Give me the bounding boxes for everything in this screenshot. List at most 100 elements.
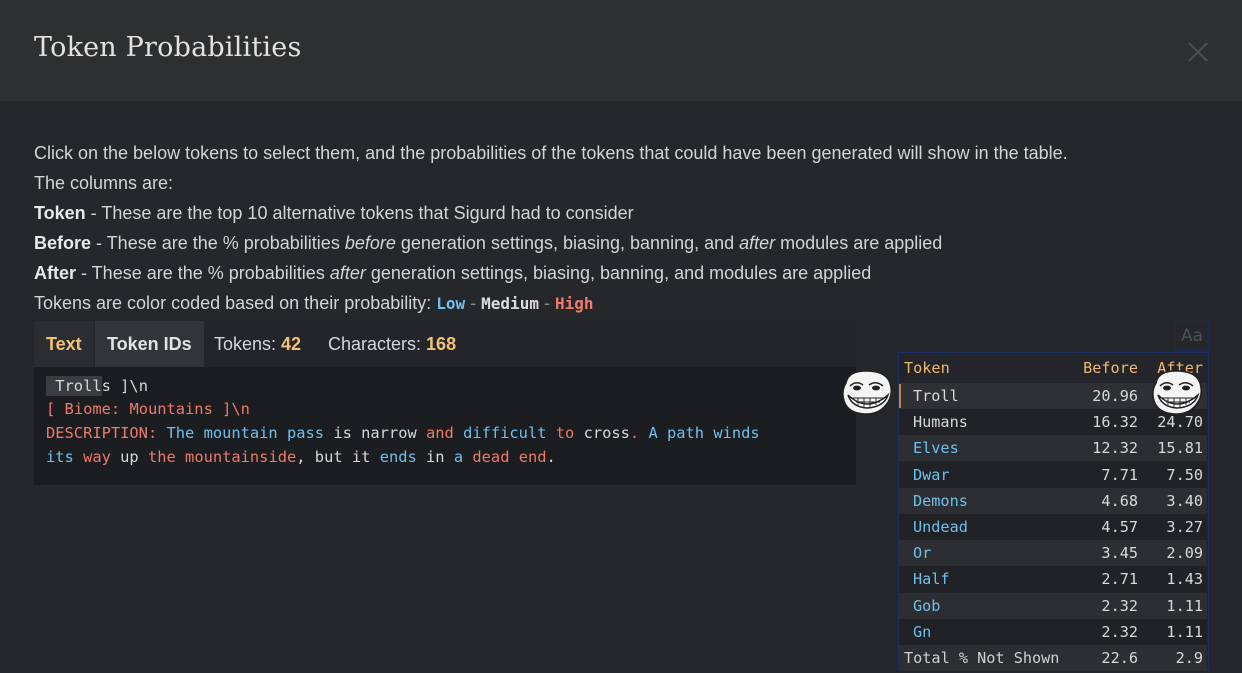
text-token[interactable]: s: [102, 377, 111, 395]
instruction-line-2: The columns are:: [34, 168, 1214, 198]
table-row[interactable]: Gob 2.32 1.11: [899, 592, 1207, 619]
legend-prefix: Tokens are color coded based on their pr…: [34, 293, 437, 313]
text-token[interactable]: ,: [296, 448, 305, 466]
after-emphasis: after: [739, 233, 776, 253]
row-after: 1.43: [1166, 570, 1203, 589]
font-toggle-button[interactable]: Aa: [1175, 321, 1209, 351]
after-desc: - These are the % probabilities: [76, 263, 330, 283]
text-token[interactable]: difficult: [454, 424, 546, 442]
text-token[interactable]: :: [111, 400, 120, 418]
table-row[interactable]: Dwar 7.71 7.50: [899, 461, 1207, 488]
text-token[interactable]: path: [658, 424, 704, 442]
text-token[interactable]: the: [139, 448, 176, 466]
header-token: Token: [904, 359, 950, 377]
legend-separator: -: [538, 293, 555, 313]
color-legend: Tokens are color coded based on their pr…: [34, 288, 1214, 319]
row-after: 2.09: [1166, 544, 1203, 563]
text-token[interactable]: ]\n: [213, 400, 250, 418]
text-token[interactable]: .: [547, 448, 556, 466]
text-token[interactable]: it: [343, 448, 371, 466]
text-token[interactable]: A: [639, 424, 657, 442]
before-label: Before: [34, 233, 92, 253]
text-token[interactable]: in: [417, 448, 445, 466]
row-before: 12.32: [1092, 439, 1138, 458]
text-token[interactable]: but: [306, 448, 343, 466]
selected-token[interactable]: Troll: [46, 376, 102, 396]
text-token[interactable]: cross: [574, 424, 630, 442]
text-line: DESCRIPTION: The mountain pass is narrow…: [46, 424, 760, 442]
text-line: [ Biome: Mountains ]\n: [46, 400, 250, 418]
instructions: Click on the below tokens to select them…: [34, 138, 1214, 319]
text-token[interactable]: Mountains: [120, 400, 212, 418]
text-token[interactable]: narrow: [352, 424, 417, 442]
text-token[interactable]: DESCRIPTION: [46, 424, 148, 442]
after-desc: generation settings, biasing, banning, a…: [365, 263, 872, 283]
text-token[interactable]: up: [111, 448, 139, 466]
text-token[interactable]: mountainside: [176, 448, 296, 466]
view-tabs: Text Token IDs Tokens: 42 Characters: 16…: [34, 321, 856, 367]
troll-face-icon: [1152, 370, 1203, 415]
instruction-line-1: Click on the below tokens to select them…: [34, 138, 1214, 168]
text-token[interactable]: is: [324, 424, 352, 442]
row-before: 20.96: [1092, 387, 1138, 405]
text-line: Trolls ]\n: [46, 376, 148, 396]
row-before: 4.68: [1101, 491, 1138, 510]
text-token[interactable]: end: [509, 448, 547, 466]
row-before: 2.71: [1101, 570, 1138, 589]
row-token: Undead: [913, 518, 968, 536]
text-token[interactable]: pass: [278, 424, 324, 442]
text-token[interactable]: The: [157, 424, 194, 442]
row-after: 3.27: [1166, 518, 1203, 536]
token-text-view: Trolls ]\n [ Biome: Mountains ]\n DESCRI…: [34, 367, 856, 485]
tokens-value: 42: [281, 334, 302, 354]
table-row[interactable]: Or 3.45 2.09: [899, 540, 1207, 567]
row-token: Half: [913, 570, 950, 589]
tab-token-ids[interactable]: Token IDs: [95, 321, 204, 367]
text-token[interactable]: ]\n: [111, 377, 148, 395]
table-row[interactable]: Demons 4.68 3.40: [899, 487, 1207, 514]
text-token[interactable]: [: [46, 400, 55, 418]
tab-text[interactable]: Text: [34, 321, 94, 367]
row-before: 16.32: [1092, 413, 1138, 432]
troll-face-icon: [842, 370, 893, 415]
dialog-header: Token Probabilities: [0, 0, 1242, 101]
text-token[interactable]: its: [46, 448, 74, 466]
table-row[interactable]: Elves 12.32 15.81: [899, 435, 1207, 462]
table-row[interactable]: Undead 4.57 3.27: [899, 514, 1207, 540]
table-footer: Total % Not Shown 22.6 2.9: [899, 645, 1207, 671]
text-token[interactable]: :: [148, 424, 157, 442]
before-desc: generation settings, biasing, banning, a…: [395, 233, 740, 253]
text-token[interactable]: .: [630, 424, 639, 442]
table-row[interactable]: Half 2.71 1.43: [899, 566, 1207, 593]
text-token[interactable]: mountain: [194, 424, 278, 442]
text-token[interactable]: dead: [463, 448, 509, 466]
text-token[interactable]: ends: [370, 448, 417, 466]
text-token[interactable]: and: [417, 424, 454, 442]
row-token: Elves: [913, 439, 959, 458]
token-desc: - These are the top 10 alternative token…: [85, 203, 634, 223]
text-token[interactable]: to: [546, 424, 575, 442]
table-row[interactable]: Gn 2.32 1.11: [899, 618, 1207, 645]
row-token: Humans: [913, 413, 968, 432]
row-after: 1.11: [1166, 622, 1203, 641]
after-column-desc: After - These are the % probabilities af…: [34, 258, 1214, 288]
footer-after: 2.9: [1175, 649, 1203, 667]
characters-label: Characters:: [328, 334, 427, 354]
text-token[interactable]: way: [74, 448, 111, 466]
legend-separator: -: [465, 293, 482, 313]
legend-medium: Medium: [481, 294, 539, 313]
row-token: Or: [913, 544, 932, 563]
before-emphasis: before: [344, 233, 396, 253]
text-token[interactable]: Biome: [55, 400, 111, 418]
row-token: Dwar: [913, 465, 950, 484]
after-label: After: [34, 263, 77, 283]
text-token[interactable]: a: [445, 448, 463, 466]
close-icon[interactable]: [1186, 40, 1210, 64]
tokens-count: Tokens: 42: [214, 321, 301, 367]
after-emphasis: after: [329, 263, 366, 283]
row-after: 3.40: [1166, 491, 1203, 510]
instruction-text: Click on the below tokens to select them…: [34, 143, 1068, 163]
row-token: Troll: [913, 387, 959, 405]
characters-value: 168: [426, 334, 457, 354]
text-token[interactable]: winds: [704, 424, 759, 442]
